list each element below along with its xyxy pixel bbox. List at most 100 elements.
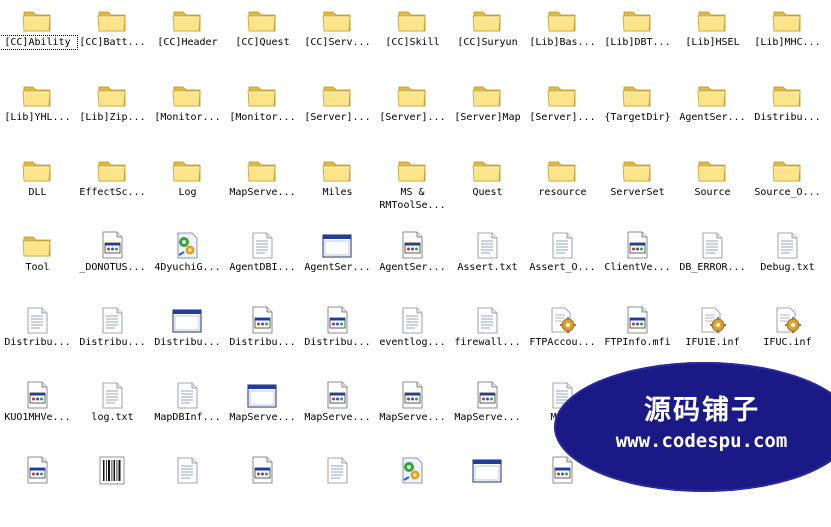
folder-item[interactable]: Source <box>675 152 750 227</box>
file-item[interactable]: Distribu... <box>75 302 150 377</box>
visual-studio-file-icon <box>396 379 428 411</box>
file-item[interactable]: Assert.txt <box>450 227 525 302</box>
file-item[interactable] <box>150 452 225 527</box>
file-item[interactable]: AgentSer... <box>300 227 375 302</box>
file-item[interactable] <box>375 452 450 527</box>
file-item[interactable] <box>75 452 150 527</box>
folder-item[interactable]: MapServe... <box>225 152 300 227</box>
folder-item[interactable]: {TargetDir} <box>600 77 675 152</box>
folder-item[interactable]: [Lib]MHC... <box>750 2 825 77</box>
folder-item[interactable]: [CC]Header <box>150 2 225 77</box>
file-item[interactable]: Distribu... <box>300 302 375 377</box>
visual-studio-file-icon <box>321 379 353 411</box>
file-item[interactable]: Distribu... <box>0 302 75 377</box>
file-item[interactable] <box>225 452 300 527</box>
file-item[interactable]: IFUC.inf <box>750 302 825 377</box>
file-item[interactable] <box>0 452 75 527</box>
file-item[interactable]: MapServe... <box>300 377 375 452</box>
file-name-label: [Lib]DBT... <box>604 37 671 48</box>
file-item[interactable] <box>750 377 825 452</box>
file-item[interactable]: MapS <box>525 377 600 452</box>
folder-item[interactable]: resource <box>525 152 600 227</box>
folder-item[interactable]: [Lib]HSEL <box>675 2 750 77</box>
file-name-label: Quest <box>472 187 503 198</box>
file-name-label: [Server]... <box>529 112 596 123</box>
file-item[interactable] <box>300 452 375 527</box>
folder-item[interactable]: Log <box>150 152 225 227</box>
application-window-icon <box>246 379 278 411</box>
folder-item[interactable]: MS & RMToolSe... <box>375 152 450 227</box>
text-file-icon <box>96 304 128 336</box>
folder-icon <box>171 154 203 186</box>
folder-item[interactable]: AgentSer... <box>675 77 750 152</box>
config-file-icon <box>546 304 578 336</box>
file-item[interactable]: MapServe... <box>225 377 300 452</box>
folder-item[interactable]: [CC]Quest <box>225 2 300 77</box>
file-item[interactable]: Distribu... <box>150 302 225 377</box>
file-item[interactable]: FTPAccou... <box>525 302 600 377</box>
file-name-label: Assert_O... <box>529 262 596 273</box>
file-item[interactable]: 4DyuchiG... <box>150 227 225 302</box>
folder-item[interactable]: [Lib]DBT... <box>600 2 675 77</box>
file-name-label: [CC]Suryun <box>457 37 518 48</box>
folder-item[interactable]: [Lib]YHL... <box>0 77 75 152</box>
file-item[interactable]: MapDBInf... <box>150 377 225 452</box>
file-item[interactable]: AgentDBI... <box>225 227 300 302</box>
folder-item[interactable]: [Monitor... <box>225 77 300 152</box>
folder-item[interactable]: ServerSet <box>600 152 675 227</box>
folder-item[interactable]: [CC]Serv... <box>300 2 375 77</box>
visual-studio-file-icon <box>396 229 428 261</box>
file-item[interactable] <box>600 377 675 452</box>
folder-item[interactable]: [CC]Suryun <box>450 2 525 77</box>
file-item[interactable]: Assert_O... <box>525 227 600 302</box>
file-item[interactable]: Debug.txt <box>750 227 825 302</box>
folder-item[interactable]: DLL <box>0 152 75 227</box>
folder-icon <box>246 79 278 111</box>
file-item[interactable]: eventlog... <box>375 302 450 377</box>
file-item[interactable]: MapServe... <box>375 377 450 452</box>
file-item[interactable]: _DONOTUS... <box>75 227 150 302</box>
file-item[interactable]: KUO1MHVe... <box>0 377 75 452</box>
folder-item[interactable]: [Server]... <box>375 77 450 152</box>
file-item[interactable]: firewall... <box>450 302 525 377</box>
folder-item[interactable]: [Server]... <box>300 77 375 152</box>
file-name-label: eventlog... <box>379 337 446 348</box>
file-name-label: _DONOTUS... <box>79 262 146 273</box>
file-name-label: Assert.txt <box>457 262 518 273</box>
file-item[interactable]: IFU1E.inf <box>675 302 750 377</box>
folder-item[interactable]: Tool <box>0 227 75 302</box>
folder-item[interactable]: [CC]Ability <box>0 2 78 77</box>
folder-item[interactable]: EffectSc... <box>75 152 150 227</box>
file-item[interactable] <box>675 377 750 452</box>
application-window-icon <box>171 304 203 336</box>
file-name-label: resource <box>538 187 587 198</box>
file-item[interactable]: log.txt <box>75 377 150 452</box>
file-item[interactable]: AgentSer... <box>375 227 450 302</box>
file-name-label: log.txt <box>91 412 134 423</box>
file-name-label: MapDBInf... <box>154 412 221 423</box>
folder-item[interactable]: [CC]Skill <box>375 2 450 77</box>
folder-item[interactable]: [Server]... <box>525 77 600 152</box>
folder-item[interactable]: Source_O... <box>750 152 825 227</box>
file-name-label: Source <box>694 187 731 198</box>
file-item[interactable] <box>525 452 600 527</box>
folder-item[interactable]: Distribu... <box>750 77 825 152</box>
folder-item[interactable]: [Monitor... <box>150 77 225 152</box>
file-item[interactable]: DB_ERROR... <box>675 227 750 302</box>
folder-item[interactable]: [CC]Batt... <box>75 2 150 77</box>
folder-item[interactable]: Quest <box>450 152 525 227</box>
file-item[interactable]: FTPInfo.mfi <box>600 302 675 377</box>
file-item[interactable]: ClientVe... <box>600 227 675 302</box>
folder-item[interactable]: [Server]Map <box>450 77 525 152</box>
visual-studio-file-icon <box>621 304 653 336</box>
folder-item[interactable]: [Lib]Bas... <box>525 2 600 77</box>
folder-icon <box>396 4 428 36</box>
config-file-icon <box>771 304 803 336</box>
file-name-label: firewall... <box>454 337 521 348</box>
file-item[interactable] <box>450 452 525 527</box>
folder-item[interactable]: Miles <box>300 152 375 227</box>
file-name-label: DB_ERROR... <box>679 262 746 273</box>
folder-item[interactable]: [Lib]Zip... <box>75 77 150 152</box>
file-item[interactable]: MapServe... <box>450 377 525 452</box>
file-item[interactable]: Distribu... <box>225 302 300 377</box>
